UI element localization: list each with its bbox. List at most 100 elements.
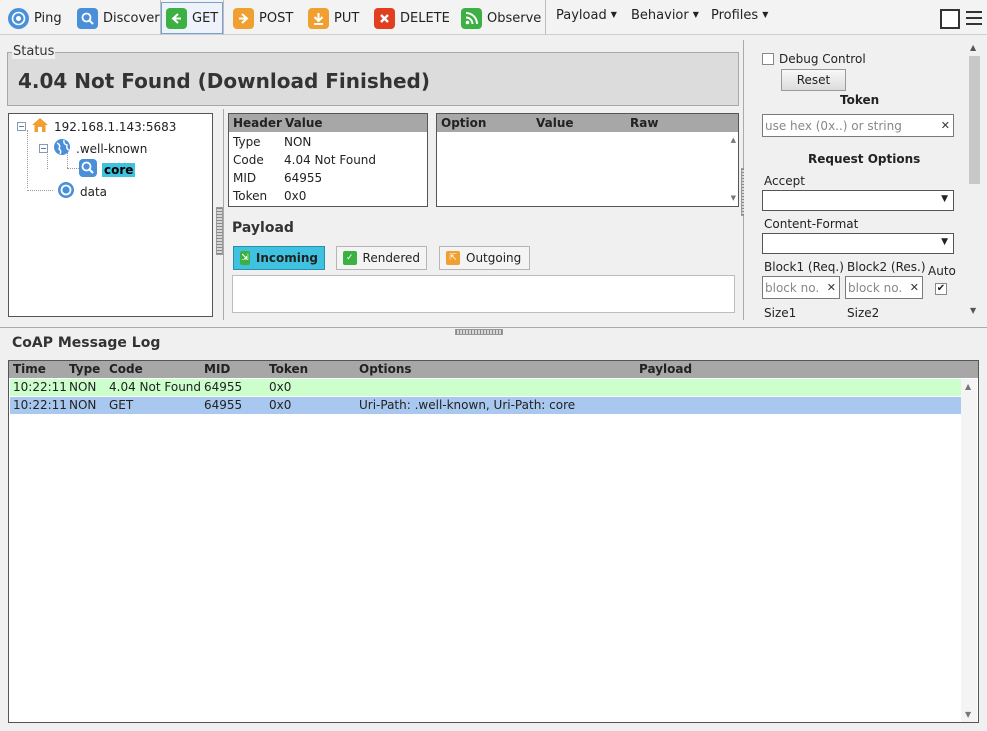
caret-down-icon: ▼ [692,10,699,19]
tree-node-core[interactable]: core [79,159,136,180]
header-value: 64955 [284,171,323,185]
block1-label: Block1 (Req.) [764,260,844,274]
toolbar: Ping Discover GET POST PUT DELETE Observ… [0,0,987,35]
log-cell-type: NON [69,380,97,394]
payload-menu-label: Payload [556,8,607,23]
tree-guide [67,168,79,169]
behavior-menu-label: Behavior [631,8,689,23]
scroll-down-icon[interactable]: ▼ [731,194,736,202]
discover-search-icon [77,7,98,29]
header-row-token: Token 0x0 [233,189,306,203]
log-cell-mid: 64955 [204,380,243,394]
get-button[interactable]: GET [161,2,224,34]
scroll-up-icon[interactable]: ▲ [970,43,976,52]
auto-checkbox[interactable]: ✔ [935,283,947,295]
tree-splitter[interactable] [223,109,224,320]
scroll-up-icon[interactable]: ▲ [731,136,736,144]
get-arrow-left-icon [166,7,187,29]
header-key: MID [233,171,257,185]
request-options-title: Request Options [808,152,921,166]
log-row[interactable]: 10:22:11 NON 4.04 Not Found 64955 0x0 [10,379,962,396]
payload-title: Payload [232,220,294,236]
clear-icon[interactable]: ✕ [827,281,836,294]
debug-control-checkbox[interactable] [762,53,774,65]
reset-button[interactable]: Reset [781,69,846,91]
log-title: CoAP Message Log [12,335,161,351]
content-format-select[interactable]: ▼ [762,233,954,254]
log-cell-time: 10:22:11 [13,380,67,394]
header-column-header: Header [233,116,282,130]
incoming-icon: ⇲ [240,251,250,265]
rendered-icon: ✓ [343,251,357,265]
log-row[interactable]: 10:22:11 NON GET 64955 0x0 Uri-Path: .we… [10,397,962,414]
post-button[interactable]: POST [229,3,297,33]
clear-icon[interactable]: ✕ [941,119,950,132]
scroll-down-icon[interactable]: ▼ [970,306,976,315]
block2-placeholder: block no. [848,280,903,295]
size2-label: Size2 [847,306,880,320]
profiles-menu[interactable]: Profiles ▼ [711,8,768,23]
log-cell-type: NON [69,398,97,412]
window-toggle-button[interactable] [940,9,960,29]
payload-menu[interactable]: Payload ▼ [556,8,617,23]
profiles-menu-label: Profiles [711,8,759,23]
behavior-menu[interactable]: Behavior ▼ [631,8,699,23]
tab-rendered[interactable]: ✓ Rendered [336,246,427,270]
block2-input[interactable]: block no. ✕ [845,276,923,299]
tree-splitter-grip[interactable] [216,207,223,255]
header-key: Type [233,135,261,149]
header-key: Code [233,153,264,167]
put-button[interactable]: PUT [304,3,363,33]
clear-icon[interactable]: ✕ [910,281,919,294]
collapse-icon[interactable]: − [39,144,48,153]
delete-label: DELETE [400,10,450,26]
search-icon [79,159,97,180]
ping-label: Ping [34,10,62,26]
tree-guide [27,130,28,188]
scroll-up-icon[interactable]: ▲ [965,382,971,391]
log-splitter-grip[interactable] [455,329,503,335]
observe-button[interactable]: Observe [457,3,545,33]
header-row-mid: MID 64955 [233,171,322,185]
log-cell-code: GET [109,398,134,412]
option-table-head: Option Value Raw [437,114,738,132]
hamburger-menu-icon[interactable] [966,9,982,27]
tree-node-well-known[interactable]: − .well-known [39,138,147,159]
debug-control[interactable]: Debug Control [762,52,866,66]
token-placeholder: use hex (0x..) or string [765,118,902,133]
log-scrollbar[interactable]: ▲ ▼ [961,379,977,722]
tree-node-well-known-label: .well-known [76,141,148,156]
log-splitter[interactable] [0,327,987,328]
outgoing-icon: ⇱ [446,251,460,265]
header-table-head: Header Value [229,114,427,132]
accept-select[interactable]: ▼ [762,190,954,211]
post-label: POST [259,10,294,26]
dropdown-arrow-icon: ▼ [941,194,948,204]
log-column-options: Options [359,362,412,376]
token-input[interactable]: use hex (0x..) or string ✕ [762,114,954,137]
block1-input[interactable]: block no. ✕ [762,276,840,299]
header-row-code: Code 4.04 Not Found [233,153,376,167]
header-value: 0x0 [284,189,307,203]
tab-outgoing[interactable]: ⇱ Outgoing [439,246,530,270]
right-panel-scrollbar[interactable]: ▲ ▼ [966,40,983,318]
resource-circle-icon [57,181,75,202]
scrollbar-thumb[interactable] [969,56,980,184]
tree-node-root-label: 192.168.1.143:5683 [54,119,177,134]
collapse-icon[interactable]: − [17,122,26,131]
tab-incoming-label: Incoming [255,251,318,265]
log-cell-code: 4.04 Not Found [109,380,202,394]
log-column-code: Code [109,362,143,376]
message-log: Time Type Code MID Token Options Payload… [8,360,979,723]
status-box: 4.04 Not Found (Download Finished) [7,52,739,106]
delete-button[interactable]: DELETE [370,3,454,33]
tree-node-data[interactable]: data [57,181,107,202]
debug-control-label: Debug Control [779,52,866,66]
tab-incoming[interactable]: ⇲ Incoming [233,246,325,270]
header-value: 4.04 Not Found [284,153,377,167]
tree-node-root[interactable]: − 192.168.1.143:5683 [17,117,176,136]
scroll-down-icon[interactable]: ▼ [965,710,971,719]
payload-textarea[interactable] [232,275,735,313]
discover-button[interactable]: Discover [73,3,164,33]
ping-button[interactable]: Ping [4,3,66,33]
